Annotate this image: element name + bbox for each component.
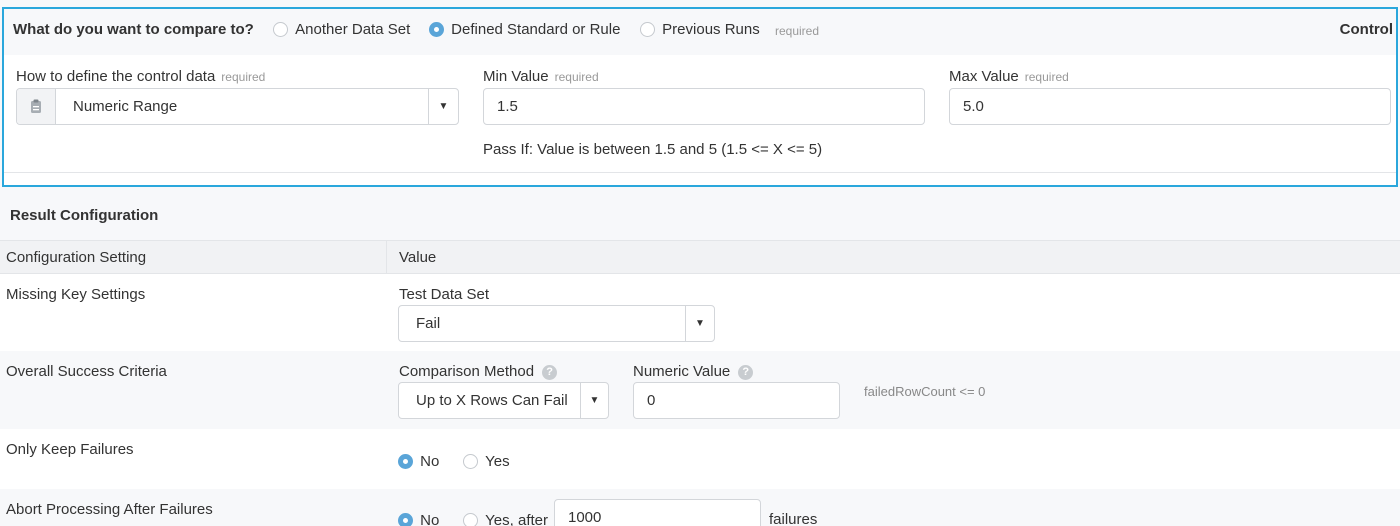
chevron-down-icon[interactable]: ▼ <box>428 89 458 124</box>
result-config-title: Result Configuration <box>10 207 159 224</box>
comparison-method-label: Comparison Method? <box>399 363 558 380</box>
field-label: Comparison Method <box>399 363 535 380</box>
col-header-value: Value <box>399 249 437 266</box>
criteria-hint: failedRowCount <= 0 <box>864 384 986 399</box>
table-row-keep-failures: Only Keep Failures No Yes <box>0 429 1400 489</box>
control-panel: What do you want to compare to? Another … <box>2 7 1398 187</box>
comparison-method-select[interactable]: Up to X Rows Can Fail ▼ <box>398 382 609 419</box>
select-value: Fail <box>416 315 441 332</box>
max-value-input[interactable]: 5.0 <box>949 88 1391 125</box>
missing-key-select[interactable]: Fail ▼ <box>398 305 715 342</box>
table-row-abort: Abort Processing After Failures No Yes, … <box>0 489 1400 526</box>
radio-circle[interactable] <box>640 21 655 37</box>
required-note: required <box>554 70 599 84</box>
field-label: Max Value <box>949 68 1019 85</box>
row-label: Abort Processing After Failures <box>6 501 213 518</box>
required-note: required <box>775 24 820 38</box>
radio-circle[interactable] <box>463 512 478 526</box>
clipboard-icon <box>17 89 56 124</box>
abort-count-input[interactable]: 1000 <box>554 499 761 526</box>
radio-previous-runs[interactable]: Previous Runs <box>640 20 760 38</box>
control-data-select[interactable]: Numeric Range ▼ <box>16 88 459 125</box>
field-label: Min Value <box>483 68 549 85</box>
row-label: Overall Success Criteria <box>6 363 167 380</box>
row-label: Only Keep Failures <box>6 441 134 458</box>
radio-label: Yes, after <box>485 511 548 526</box>
radio-abort-no[interactable]: No <box>398 511 439 526</box>
radio-keep-yes[interactable]: Yes <box>463 452 510 470</box>
radio-circle[interactable] <box>273 21 288 37</box>
radio-label: Previous Runs <box>662 20 760 38</box>
radio-circle-selected[interactable] <box>398 512 413 526</box>
radio-keep-no[interactable]: No <box>398 452 439 470</box>
chevron-down-icon[interactable]: ▼ <box>685 306 714 341</box>
table-header: Configuration Setting Value <box>0 240 1400 274</box>
required-note: required <box>1024 70 1069 84</box>
sub-label: Test Data Set <box>399 286 490 303</box>
min-value-label: Min Value required <box>483 68 599 85</box>
col-header-setting: Configuration Setting <box>6 249 147 266</box>
radio-another-data-set[interactable]: Another Data Set <box>273 20 410 38</box>
row-label: Missing Key Settings <box>6 286 146 303</box>
chevron-down-icon[interactable]: ▼ <box>580 383 608 418</box>
select-value: Up to X Rows Can Fail <box>416 392 568 409</box>
compare-row: What do you want to compare to? Another … <box>4 9 1396 55</box>
field-label: How to define the control data <box>16 68 216 85</box>
pass-if-text: Pass If: Value is between 1.5 and 5 (1.5… <box>483 141 823 158</box>
radio-circle[interactable] <box>463 453 478 469</box>
field-label: Numeric Value <box>633 363 731 380</box>
radio-label: Yes <box>485 452 510 470</box>
radio-label: No <box>420 452 440 470</box>
radio-label: No <box>420 511 440 526</box>
select-value: Numeric Range <box>73 98 178 115</box>
help-icon[interactable]: ? <box>738 364 754 380</box>
radio-label: Defined Standard or Rule <box>451 20 621 38</box>
radio-circle-selected[interactable] <box>429 21 444 37</box>
numeric-value-label: Numeric Value? <box>633 363 754 380</box>
table-row-missing-key: Missing Key Settings Test Data Set Fail … <box>0 274 1400 351</box>
radio-abort-yes[interactable]: Yes, after <box>463 511 548 526</box>
column-divider <box>386 241 387 274</box>
min-value-input[interactable]: 1.5 <box>483 88 925 125</box>
divider <box>4 172 1396 173</box>
table-row-success-criteria: Overall Success Criteria Comparison Meth… <box>0 351 1400 429</box>
failures-suffix: failures <box>769 511 818 526</box>
radio-label: Another Data Set <box>295 20 411 38</box>
compare-question: What do you want to compare to? <box>13 21 254 38</box>
help-icon[interactable]: ? <box>542 364 558 380</box>
radio-defined-standard[interactable]: Defined Standard or Rule <box>429 20 620 38</box>
max-value-label: Max Value required <box>949 68 1069 85</box>
radio-circle-selected[interactable] <box>398 453 413 469</box>
numeric-value-input[interactable]: 0 <box>633 382 840 419</box>
control-data-label: How to define the control data required <box>16 68 265 85</box>
section-label-control: Control <box>1339 21 1393 38</box>
required-note: required <box>221 70 266 84</box>
